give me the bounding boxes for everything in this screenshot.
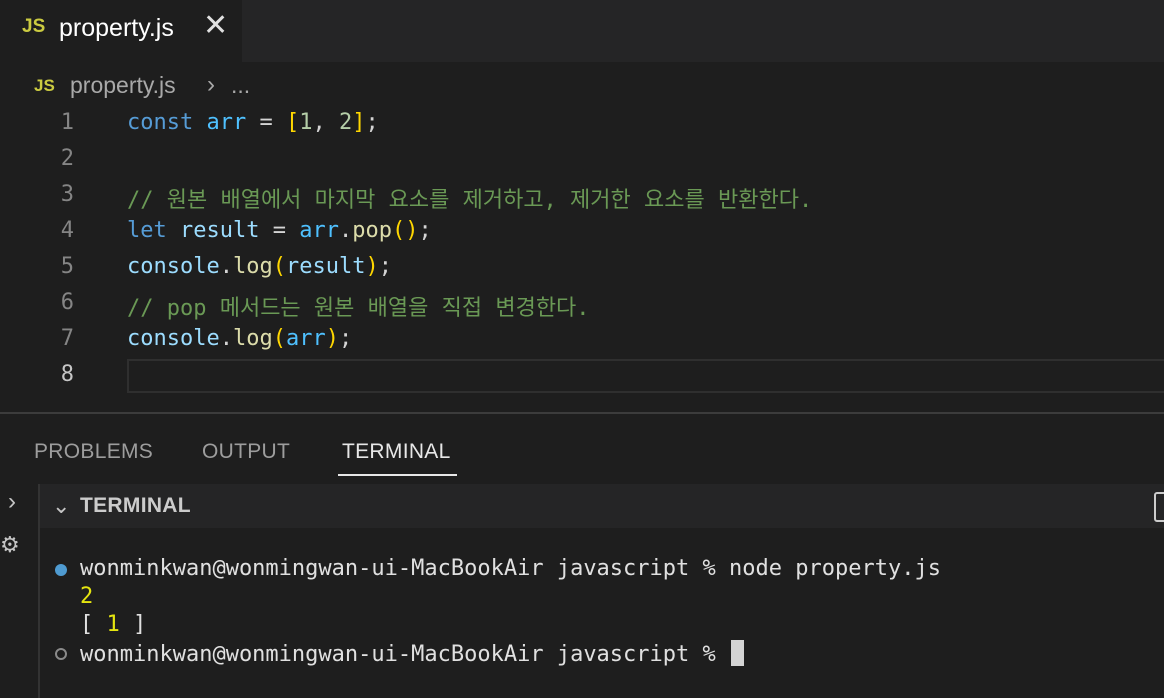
code-token: .	[219, 254, 233, 279]
terminal-command: node property.js	[729, 556, 941, 581]
code-token: ]	[352, 110, 366, 135]
breadcrumb-more[interactable]: ...	[231, 72, 250, 99]
debug-console-icon[interactable]: ⚙	[0, 532, 20, 558]
line-number: 1	[60, 110, 74, 135]
chevron-down-icon[interactable]: ⌄	[52, 493, 70, 519]
code-line[interactable]: let result = arr.pop();	[127, 218, 432, 243]
code-token: // pop 메서드는 원본 배열을 직접 변경한다.	[127, 296, 590, 321]
code-token: arr	[285, 326, 326, 351]
code-token: (	[272, 254, 286, 279]
line-number: 5	[60, 254, 74, 279]
code-token: ;	[338, 326, 353, 351]
command-success-dot-icon[interactable]	[55, 564, 67, 576]
code-token: )	[325, 326, 339, 351]
code-line[interactable]: const arr = [1, 2];	[127, 110, 379, 135]
code-token: (	[272, 326, 286, 351]
code-editor[interactable]: 12345678 const arr = [1, 2];// 원본 배열에서 마…	[0, 106, 1164, 412]
active-tab-indicator	[338, 474, 457, 476]
terminal-section-header[interactable]: ⌄ TERMINAL	[40, 484, 1164, 528]
code-token: ;	[418, 218, 432, 243]
current-line-highlight	[127, 359, 1164, 393]
terminal-prompt-line: wonminkwan@wonmingwan-ui-MacBookAir java…	[80, 640, 745, 667]
code-token: result	[285, 254, 366, 279]
code-token: arr	[299, 218, 339, 243]
line-number: 7	[60, 326, 74, 351]
code-token: const	[127, 110, 194, 135]
code-token: .	[338, 218, 353, 243]
close-icon[interactable]: ✕	[203, 11, 228, 41]
terminal[interactable]: wonminkwan@wonmingwan-ui-MacBookAir java…	[40, 528, 1164, 698]
code-line[interactable]: // 원본 배열에서 마지막 요소를 제거하고, 제거한 요소를 반환한다.	[127, 182, 812, 214]
code-token: ()	[391, 218, 419, 243]
code-token: log	[232, 254, 273, 279]
js-file-icon: JS	[22, 16, 46, 37]
code-token: ,	[312, 110, 339, 135]
code-token: console	[127, 254, 220, 279]
code-token: arr	[206, 110, 247, 135]
terminal-output-2: [ 1 ]	[80, 612, 147, 637]
line-number: 3	[60, 182, 74, 207]
code-line[interactable]: // pop 메서드는 원본 배열을 직접 변경한다.	[127, 290, 590, 322]
code-token: =	[246, 110, 286, 135]
tab-terminal[interactable]: TERMINAL	[342, 440, 451, 464]
terminal-prompt: wonminkwan@wonmingwan-ui-MacBookAir java…	[80, 642, 730, 667]
terminal-cursor	[731, 640, 745, 666]
code-token: console	[127, 326, 220, 351]
tab-title: property.js	[59, 14, 174, 42]
terminal-command-line: wonminkwan@wonmingwan-ui-MacBookAir java…	[80, 556, 941, 581]
editor-tab-bar: JS property.js ✕	[0, 0, 1164, 62]
terminal-prompt: wonminkwan@wonmingwan-ui-MacBookAir java…	[80, 556, 730, 581]
breadcrumb-file[interactable]: property.js	[70, 72, 176, 99]
line-number: 6	[60, 290, 74, 315]
breadcrumb: JS property.js › ...	[0, 62, 1164, 108]
code-token: 2	[338, 110, 353, 135]
line-number: 2	[60, 146, 74, 171]
chevron-right-icon[interactable]: ›	[8, 488, 16, 516]
line-number: 4	[60, 218, 74, 243]
code-token: let	[127, 218, 167, 243]
code-token: =	[259, 218, 300, 243]
code-token: )	[365, 254, 379, 279]
tab-output[interactable]: OUTPUT	[202, 440, 290, 464]
code-token: ;	[365, 110, 379, 135]
panel-side-strip: › ⚙	[0, 484, 40, 698]
terminal-output-1: 2	[80, 584, 94, 609]
code-token: result	[180, 218, 260, 243]
tab-property-js[interactable]: JS property.js ✕	[0, 0, 242, 62]
code-token: pop	[352, 218, 392, 243]
code-token: [	[285, 110, 300, 135]
terminal-header-label: TERMINAL	[80, 494, 191, 517]
code-line[interactable]: console.log(result);	[127, 254, 392, 279]
js-file-icon: JS	[34, 76, 55, 95]
code-token: 1	[299, 110, 313, 135]
code-line[interactable]: console.log(arr);	[127, 326, 352, 351]
code-token: log	[232, 326, 273, 351]
code-token: .	[219, 326, 233, 351]
line-number: 8	[60, 362, 74, 387]
panel-tab-bar: PROBLEMS OUTPUT TERMINAL	[0, 414, 1164, 484]
chevron-right-icon: ›	[207, 71, 215, 98]
output-array-value: 1	[106, 612, 120, 637]
terminal-instance-icon[interactable]	[1154, 492, 1164, 522]
tab-problems[interactable]: PROBLEMS	[34, 440, 153, 464]
code-token: ;	[378, 254, 392, 279]
code-token: // 원본 배열에서 마지막 요소를 제거하고, 제거한 요소를 반환한다.	[127, 188, 813, 213]
command-pending-dot-icon[interactable]	[55, 648, 67, 660]
